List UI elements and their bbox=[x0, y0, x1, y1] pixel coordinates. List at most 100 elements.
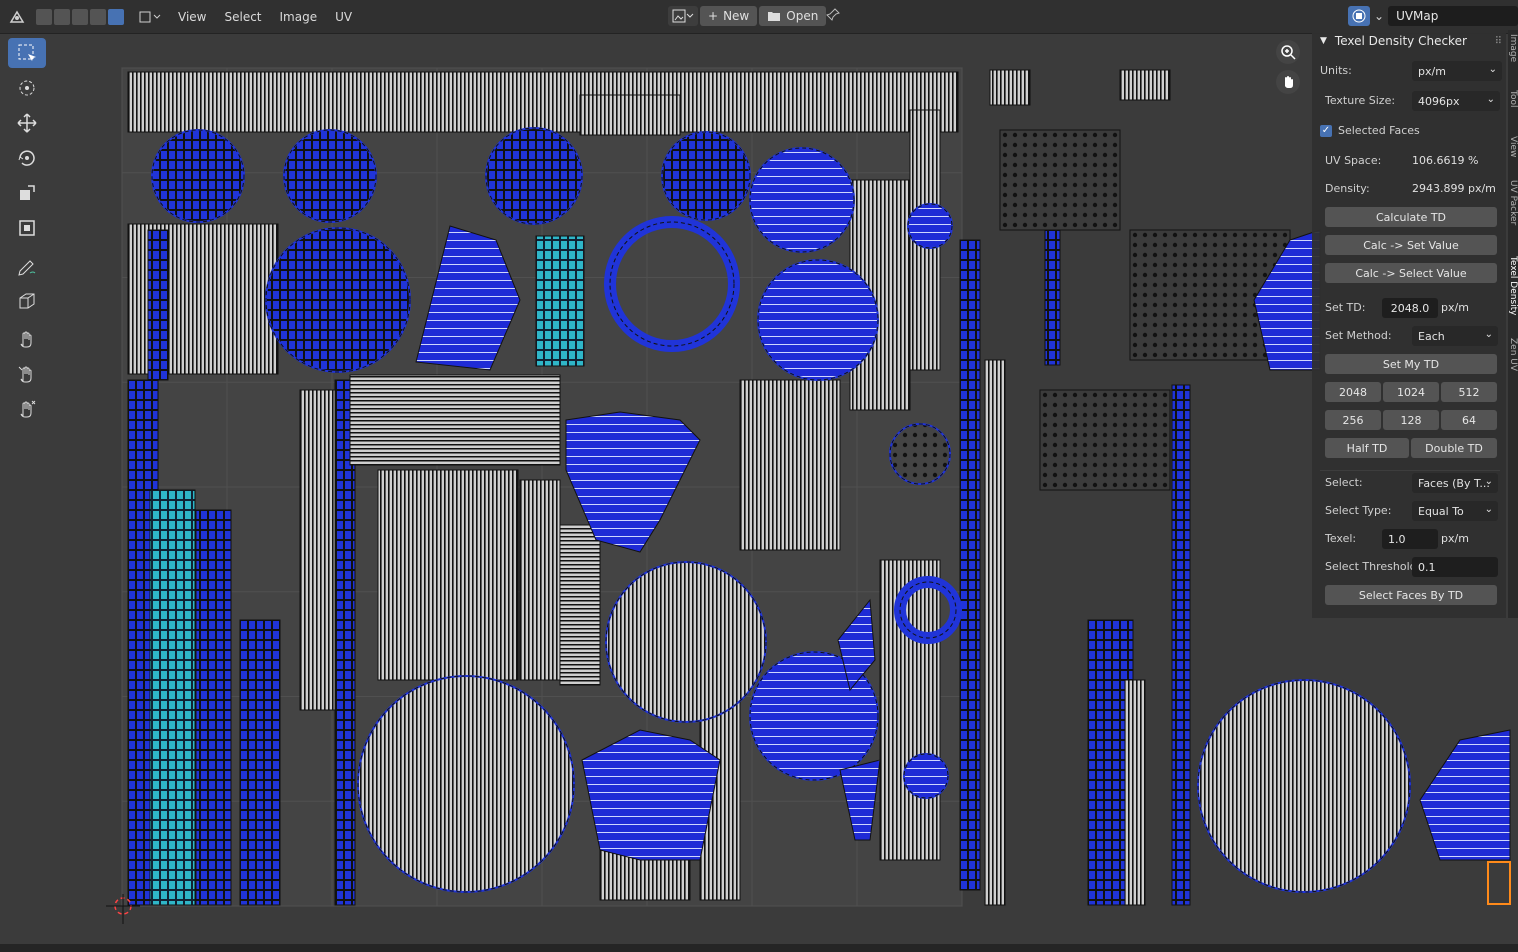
header-bar: View Select Image UV + New Open ⌄ UVMap bbox=[0, 0, 1518, 34]
preset-64-button[interactable]: 64 bbox=[1441, 410, 1497, 430]
select-type-dropdown[interactable]: Equal To ⌄ bbox=[1412, 501, 1498, 521]
menu-view[interactable]: View bbox=[178, 10, 206, 24]
calc-select-value-button[interactable]: Calc -> Select Value bbox=[1325, 263, 1497, 283]
grab-tool[interactable] bbox=[8, 324, 46, 354]
tab-tool[interactable]: Tool bbox=[1508, 90, 1518, 107]
select-type-label: Select Type: bbox=[1325, 504, 1392, 517]
edge-mode-icon[interactable] bbox=[72, 8, 88, 25]
island-mode-icon[interactable] bbox=[108, 8, 124, 25]
chevron-down-icon: ⌄ bbox=[1484, 329, 1493, 340]
cursor-tool[interactable] bbox=[8, 73, 46, 103]
uv-island bbox=[1124, 679, 1146, 906]
select-box-tool[interactable] bbox=[8, 38, 46, 68]
texel-input[interactable]: 1.0 bbox=[1382, 529, 1438, 549]
pin-icon[interactable] bbox=[826, 8, 840, 22]
checkmark-icon: ✓ bbox=[1320, 124, 1332, 137]
zoom-icon[interactable] bbox=[1276, 40, 1300, 64]
pinch-tool[interactable] bbox=[8, 394, 46, 424]
units-dropdown[interactable]: px/m ⌄ bbox=[1412, 61, 1502, 81]
chevron-down-icon[interactable]: ⌄ bbox=[1374, 6, 1384, 26]
cursor-icon bbox=[19, 80, 35, 96]
panel-header[interactable]: ▼ Texel Density Checker ⠿ bbox=[1312, 30, 1506, 52]
uv-island bbox=[149, 489, 196, 906]
uv-island bbox=[989, 69, 1031, 106]
preset-128-button[interactable]: 128 bbox=[1383, 410, 1439, 430]
tab-view[interactable]: View bbox=[1508, 136, 1518, 157]
tab-image[interactable]: Image bbox=[1508, 34, 1518, 62]
texel-density-panel: ▼ Texel Density Checker ⠿ Units: px/m ⌄ T… bbox=[1312, 30, 1506, 618]
preset-2048-button[interactable]: 2048 bbox=[1325, 382, 1381, 402]
vertex-mode-icon[interactable] bbox=[54, 8, 70, 25]
set-td-input[interactable]: 2048.0 bbox=[1382, 298, 1438, 318]
uv-island-ring bbox=[757, 259, 879, 381]
uv-island bbox=[535, 235, 585, 367]
select-dropdown[interactable]: Faces (By T... ⌄ bbox=[1412, 473, 1498, 493]
chevron-down-icon: ⌄ bbox=[1486, 94, 1495, 105]
texture-size-dropdown[interactable]: 4096px ⌄ bbox=[1412, 91, 1500, 111]
face-mode-icon[interactable] bbox=[90, 8, 106, 25]
set-method-dropdown[interactable]: Each ⌄ bbox=[1412, 326, 1498, 346]
status-bar bbox=[0, 944, 1518, 952]
2d-cursor-icon bbox=[106, 894, 140, 924]
uv-editor-viewport[interactable] bbox=[0, 34, 1518, 952]
tool-shelf bbox=[6, 38, 48, 429]
plus-icon: + bbox=[708, 9, 719, 23]
annotate-tool[interactable] bbox=[8, 251, 46, 281]
sync-mode-icon[interactable] bbox=[36, 8, 52, 25]
uv-island bbox=[1171, 384, 1191, 906]
calc-set-value-button[interactable]: Calc -> Set Value bbox=[1325, 235, 1497, 255]
uv-island bbox=[984, 359, 1006, 906]
uvmap-selector: ⌄ UVMap bbox=[1348, 6, 1518, 26]
drag-handle-icon[interactable]: ⠿ bbox=[1495, 36, 1502, 47]
editor-type-icon[interactable] bbox=[8, 8, 26, 26]
uv-island bbox=[739, 379, 841, 551]
new-image-button[interactable]: + New bbox=[700, 6, 758, 26]
chevron-down-icon: ⌄ bbox=[1488, 64, 1497, 75]
double-td-button[interactable]: Double TD bbox=[1411, 438, 1497, 458]
density-value: 2943.899 px/m bbox=[1412, 182, 1496, 195]
move-icon bbox=[17, 113, 37, 133]
uvmap-field[interactable]: UVMap bbox=[1388, 6, 1518, 26]
menu-select[interactable]: Select bbox=[224, 10, 261, 24]
rotate-tool[interactable] bbox=[8, 143, 46, 173]
transform-tool[interactable] bbox=[8, 213, 46, 243]
uv-space-value: 106.6619 % bbox=[1412, 154, 1479, 167]
relax-hand-icon bbox=[18, 366, 32, 383]
menu-image[interactable]: Image bbox=[280, 10, 318, 24]
calculate-td-button[interactable]: Calculate TD bbox=[1325, 207, 1497, 227]
browse-image-button[interactable] bbox=[668, 6, 698, 26]
half-td-button[interactable]: Half TD bbox=[1325, 438, 1409, 458]
tab-texel-density[interactable]: Texel Density bbox=[1508, 256, 1518, 316]
panel-divider bbox=[1320, 470, 1500, 471]
uv-island bbox=[195, 509, 232, 906]
select-box-icon bbox=[18, 44, 36, 61]
sticky-select-icon[interactable] bbox=[138, 7, 162, 27]
select-faces-by-td-button[interactable]: Select Faces By TD bbox=[1325, 585, 1497, 605]
uv-island bbox=[147, 229, 169, 381]
open-image-button[interactable]: Open bbox=[759, 6, 827, 26]
folder-icon bbox=[768, 12, 781, 21]
collapse-triangle-icon[interactable]: ▼ bbox=[1320, 36, 1327, 46]
scale-tool[interactable] bbox=[8, 178, 46, 208]
set-my-td-button[interactable]: Set My TD bbox=[1325, 354, 1497, 374]
selected-faces-checkbox[interactable]: ✓ Selected Faces bbox=[1320, 124, 1420, 137]
uv-sync-icon[interactable] bbox=[1348, 6, 1370, 26]
panel-title: Texel Density Checker bbox=[1334, 34, 1467, 48]
image-icon bbox=[672, 9, 694, 23]
uv-island bbox=[559, 524, 601, 686]
preset-256-button[interactable]: 256 bbox=[1325, 410, 1381, 430]
pan-hand-icon[interactable] bbox=[1276, 70, 1300, 94]
uv-island bbox=[127, 71, 959, 133]
select-threshold-input[interactable]: 0.1 bbox=[1412, 557, 1498, 577]
pinch-hand-icon bbox=[20, 400, 36, 418]
uv-layout-canvas[interactable] bbox=[0, 34, 1518, 952]
rip-tool[interactable] bbox=[8, 286, 46, 316]
tab-zen-uv[interactable]: Zen UV bbox=[1508, 338, 1518, 371]
uv-island bbox=[239, 619, 281, 906]
move-tool[interactable] bbox=[8, 108, 46, 138]
preset-1024-button[interactable]: 1024 bbox=[1383, 382, 1439, 402]
relax-tool[interactable] bbox=[8, 359, 46, 389]
tab-uv-packer[interactable]: UV Packer bbox=[1508, 180, 1518, 225]
menu-uv[interactable]: UV bbox=[335, 10, 352, 24]
preset-512-button[interactable]: 512 bbox=[1441, 382, 1497, 402]
